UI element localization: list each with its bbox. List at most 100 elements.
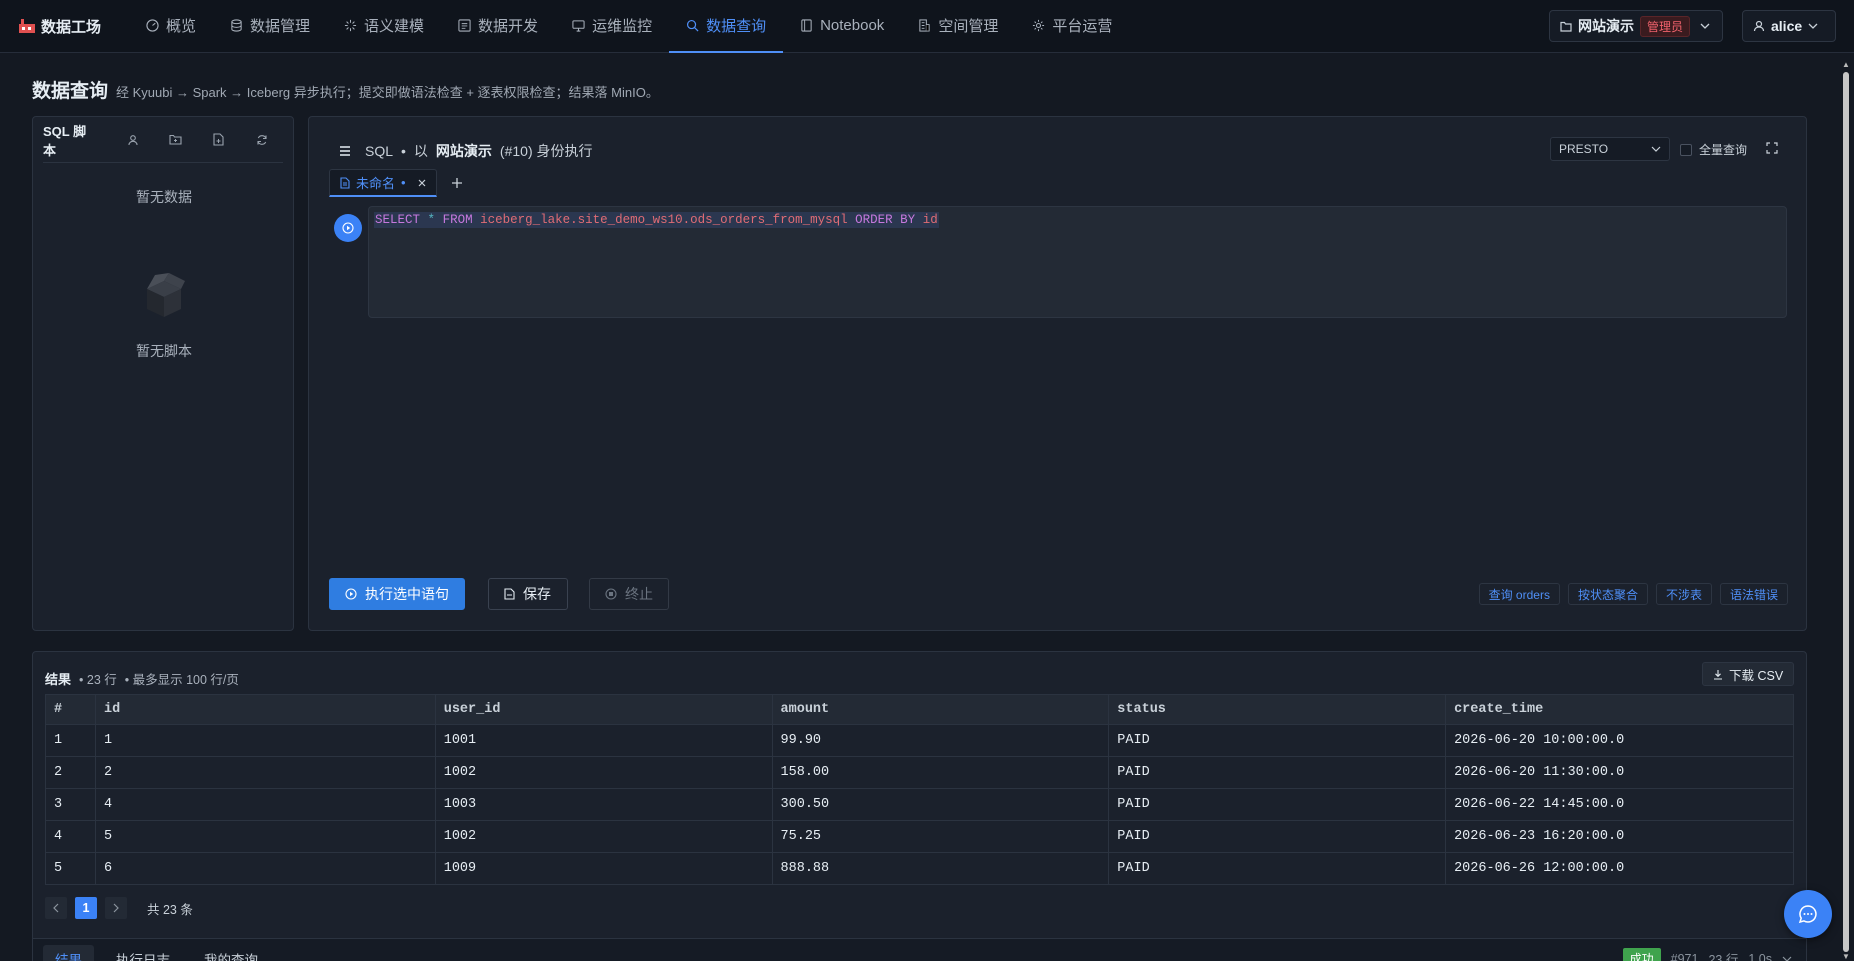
user-name: alice (1771, 18, 1803, 34)
chevron-down-icon[interactable] (1782, 956, 1792, 961)
table-cell: 2026-06-20 11:30:00.0 (1445, 756, 1794, 789)
folder-icon (1560, 21, 1572, 32)
job-id: #971 (1670, 951, 1699, 961)
identity-label: (#10) 身份执行 (499, 143, 593, 159)
sql-code-editor[interactable]: SELECT * FROM iceberg_lake.site_demo_ws1… (368, 206, 1787, 318)
total-count: 共 23 条 (147, 902, 193, 917)
column-header[interactable]: amount (771, 694, 1110, 725)
brand-title: 数据工场 (41, 18, 102, 36)
page-number[interactable]: 1 (75, 897, 97, 919)
chat-button[interactable] (1784, 890, 1832, 938)
run-selected-button[interactable]: 执行选中语句 (329, 578, 465, 610)
table-cell: PAID (1108, 756, 1447, 789)
table-cell: 2026-06-23 16:20:00.0 (1445, 820, 1794, 853)
column-header[interactable]: create_time (1445, 694, 1794, 725)
nav-item-6[interactable]: Notebook (783, 0, 901, 53)
nav-item-4[interactable]: 运维监控 (555, 0, 669, 53)
add-tab-icon[interactable] (451, 177, 463, 189)
empty-scripts-text: 暂无脚本 (136, 343, 192, 359)
quick-sample-button[interactable]: 查询 orders (1478, 583, 1560, 605)
chevron-down-icon (1651, 146, 1661, 152)
column-header[interactable]: id (94, 694, 436, 725)
run-line-icon[interactable] (334, 214, 362, 242)
table-cell: 5 (45, 852, 96, 885)
fullscreen-icon[interactable] (1766, 142, 1778, 154)
nav-item-7[interactable]: 空间管理 (901, 0, 1015, 53)
bottom-tab[interactable]: 执行日志 (104, 945, 182, 961)
factory-logo-icon (19, 19, 35, 33)
nav-item-2[interactable]: 语义建模 (327, 0, 441, 53)
prev-page-icon[interactable] (45, 897, 67, 919)
table-cell: 2 (45, 756, 96, 789)
sql-editor-panel: SQL • 以 网站演示 (#10) 身份执行 PRESTO 全量查询 未命名 … (308, 116, 1807, 631)
bottom-tab[interactable]: 我的查询 (192, 945, 270, 961)
sql-keyword: FROM (442, 213, 473, 227)
quick-sample-buttons: 查询 orders 按状态聚合 不涉表 语法错误 (1478, 583, 1788, 605)
column-header[interactable]: # (45, 694, 96, 725)
nav-item-5[interactable]: 数据查询 (669, 0, 784, 53)
results-header: 结果 • 23 行 • 最多显示 100 行/页 (45, 669, 239, 688)
table-cell: 2026-06-26 12:00:00.0 (1445, 852, 1794, 885)
table-cell: 1001 (434, 724, 773, 757)
max-rows-note: • 最多显示 100 行/页 (124, 673, 239, 687)
column-header[interactable]: status (1108, 694, 1447, 725)
download-csv-button[interactable]: 下载 CSV (1702, 662, 1795, 686)
new-file-icon[interactable] (197, 133, 240, 146)
next-page-icon[interactable] (105, 897, 127, 919)
quick-sample-button[interactable]: 按状态聚合 (1567, 583, 1648, 605)
close-icon[interactable] (418, 179, 426, 187)
full-query-checkbox[interactable]: 全量查询 (1680, 141, 1747, 158)
chevron-down-icon (1808, 23, 1818, 29)
table-row: 2 2 1002 158.00 PAID 2026-06-20 11:30:00.0 (45, 756, 1794, 789)
user-menu[interactable]: alice (1742, 10, 1836, 42)
monitor-icon (572, 19, 585, 32)
brand[interactable]: 数据工场 (19, 16, 129, 37)
nav-item-3[interactable]: 数据开发 (441, 0, 555, 53)
scripts-panel-header: SQL 脚本 (43, 117, 283, 163)
page-scrollbar[interactable]: ▲ ▼ (1840, 60, 1852, 961)
engine-select[interactable]: PRESTO (1550, 137, 1670, 161)
checkbox-box[interactable] (1680, 143, 1692, 156)
user-filter-icon[interactable] (111, 134, 154, 146)
nav-item-0[interactable]: 概览 (129, 0, 213, 53)
bottom-bar: 结果 执行日志 我的查询 成功 #971 23 行 1.0s (33, 938, 1806, 961)
chat-bubble-icon (1798, 904, 1818, 924)
download-icon (1713, 669, 1723, 680)
database-icon (230, 18, 243, 32)
nav-item-label: 概览 (166, 17, 197, 35)
pagination: 1 共 23 条 (45, 897, 193, 919)
table-cell: 3 (45, 788, 96, 821)
query-status: 成功 #971 23 行 1.0s (1622, 948, 1792, 961)
sparkle-icon (344, 19, 357, 32)
sql-keyword: ORDER BY (855, 213, 916, 227)
separator-dot: • (401, 143, 406, 159)
run-label: 执行选中语句 (365, 586, 449, 602)
engine-value: PRESTO (1559, 142, 1609, 156)
nav-item-label: 数据开发 (478, 17, 539, 35)
scroll-up-icon[interactable]: ▲ (1842, 60, 1850, 69)
stop-button[interactable]: 终止 (589, 578, 669, 610)
menu-icon[interactable] (339, 146, 351, 156)
scroll-thumb[interactable] (1843, 72, 1849, 952)
tab-untitled[interactable]: 未命名 • (329, 169, 437, 197)
new-folder-icon[interactable] (154, 134, 197, 145)
scroll-down-icon[interactable]: ▼ (1842, 952, 1850, 961)
quick-sample-button[interactable]: 不涉表 (1655, 583, 1712, 605)
table-row: 3 4 1003 300.50 PAID 2026-06-22 14:45:00.0 (45, 788, 1794, 821)
save-button[interactable]: 保存 (488, 578, 568, 610)
table-cell: PAID (1108, 820, 1447, 853)
table-cell: 4 (94, 788, 436, 821)
empty-box-icon (139, 267, 189, 321)
workspace-selector[interactable]: 网站演示 管理员 (1549, 10, 1723, 42)
nav-item-1[interactable]: 数据管理 (213, 0, 327, 53)
bottom-tab[interactable]: 结果 (43, 945, 94, 961)
nav-item-8[interactable]: 平台运营 (1015, 0, 1129, 53)
refresh-icon[interactable] (240, 134, 283, 146)
table-header-row: # id user_id amount status create_time (45, 694, 1794, 725)
main-nav: 概览 数据管理 语义建模 数据开发 运维监控 数据查询 Notebook 空间管理 平台运营 (129, 0, 1129, 53)
quick-sample-button[interactable]: 语法错误 (1719, 583, 1788, 605)
column-header[interactable]: user_id (434, 694, 773, 725)
table-cell: PAID (1108, 788, 1447, 821)
bottom-tabs: 结果 执行日志 我的查询 (43, 945, 270, 961)
nav-item-label: 数据查询 (706, 17, 767, 35)
